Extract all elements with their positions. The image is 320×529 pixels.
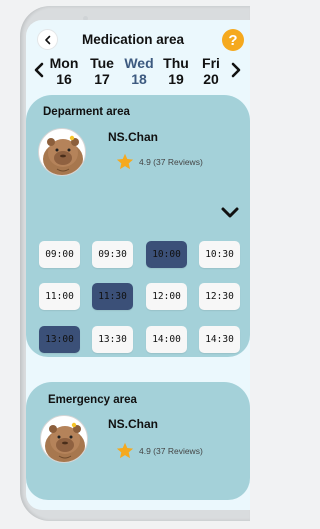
time-slot[interactable]: 09:00 [39, 241, 80, 268]
time-slot[interactable]: 11:00 [39, 283, 80, 310]
day-wed[interactable]: Wed 18 [124, 55, 154, 88]
app-screen: Medication area ? Mon 16 Tue 17 Wed 18 T… [26, 20, 250, 510]
rating-text: 4.9 (37 Reviews) [139, 156, 203, 167]
time-slot[interactable]: 13:30 [92, 326, 133, 353]
help-button[interactable]: ? [222, 29, 244, 51]
time-slot[interactable]: 14:00 [146, 326, 187, 353]
chevron-left-icon[interactable] [33, 62, 45, 78]
department-card: Deparment area NS.Chan 4.9 (37 Reviews) [26, 95, 250, 357]
day-thu[interactable]: Thu 19 [161, 55, 191, 88]
rating-text: 4.9 (37 Reviews) [139, 445, 203, 456]
time-slot-selected[interactable]: 11:30 [92, 283, 133, 310]
time-slot[interactable]: 12:00 [146, 283, 187, 310]
day-number: 16 [56, 71, 72, 87]
day-name: Wed [124, 55, 154, 71]
day-name: Fri [202, 55, 220, 71]
chevron-right-icon[interactable] [230, 62, 242, 78]
rating: 4.9 (37 Reviews) [116, 442, 203, 459]
time-slot[interactable]: 12:30 [199, 283, 240, 310]
chevron-down-icon[interactable] [220, 206, 240, 219]
capybara-avatar [45, 422, 85, 462]
day-name: Mon [49, 55, 79, 71]
doctor-avatar [40, 415, 88, 463]
doctor-name: NS.Chan [108, 130, 159, 144]
time-slot[interactable]: 09:30 [92, 241, 133, 268]
day-name: Thu [163, 55, 189, 71]
day-fri[interactable]: Fri 20 [196, 55, 226, 88]
day-number: 19 [168, 71, 184, 87]
emergency-card: Emergency area NS.Chan 4.9 (37 Reviews) [26, 382, 250, 500]
star-icon [116, 442, 134, 459]
card-title: Emergency area [48, 394, 137, 406]
doctor-name: NS.Chan [108, 417, 159, 431]
day-number: 17 [94, 71, 110, 87]
card-title: Deparment area [43, 106, 130, 118]
day-tue[interactable]: Tue 17 [87, 55, 117, 88]
doctor-avatar [38, 128, 86, 176]
page-title: Medication area [82, 32, 185, 47]
day-mon[interactable]: Mon 16 [49, 55, 79, 88]
time-slot[interactable]: 10:30 [199, 241, 240, 268]
back-button[interactable] [37, 29, 58, 50]
help-icon: ? [228, 31, 238, 49]
day-selector: Mon 16 Tue 17 Wed 18 Thu 19 Fri 20 [26, 55, 250, 89]
capybara-avatar [43, 135, 83, 175]
back-icon [44, 35, 50, 44]
day-number: 20 [203, 71, 219, 87]
rating: 4.9 (37 Reviews) [116, 153, 203, 170]
star-icon [116, 153, 134, 170]
day-number: 18 [131, 71, 147, 87]
time-slot-selected[interactable]: 13:00 [39, 326, 80, 353]
day-name: Tue [90, 55, 114, 71]
header: Medication area ? [26, 20, 250, 60]
time-slot[interactable]: 14:30 [199, 326, 240, 353]
time-slot-selected[interactable]: 10:00 [146, 241, 187, 268]
